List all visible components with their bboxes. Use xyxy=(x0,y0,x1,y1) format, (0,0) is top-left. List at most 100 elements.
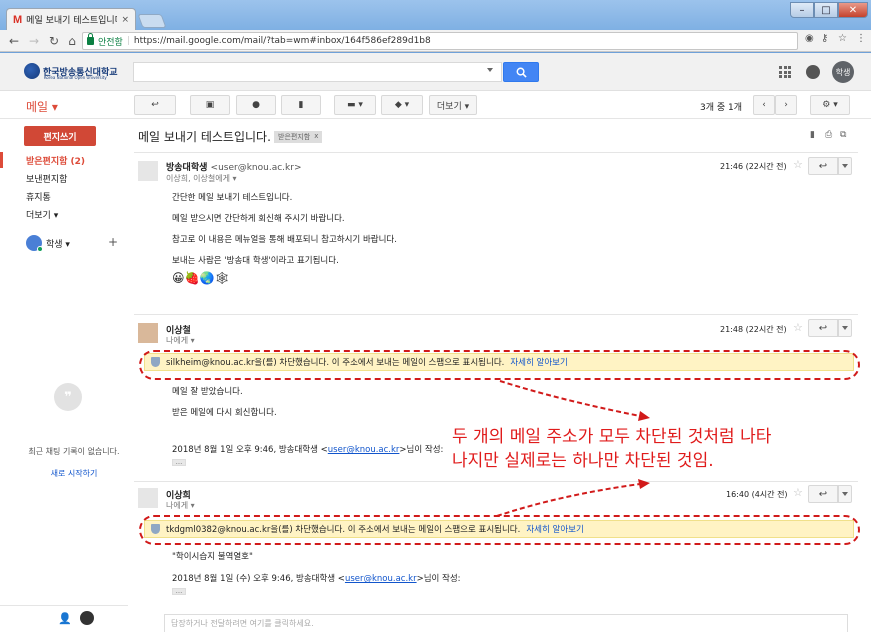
delete-button[interactable]: ▮ xyxy=(281,95,321,115)
archive-icon: ▣ xyxy=(205,100,215,110)
start-chat-link[interactable]: 새로 시작하기 xyxy=(24,468,124,479)
sidebar-footer: 👤 xyxy=(0,605,128,631)
sender-name: 방송대학생 <user@knou.ac.kr> xyxy=(166,160,301,173)
quote-header: 2018년 8월 1일 오후 9:46, 방송대학생 <user@knou.ac… xyxy=(172,443,443,455)
search-icon xyxy=(516,67,527,78)
forward-arrow-icon[interactable]: → xyxy=(26,33,42,49)
body-line: "학이시습지 불역열호" xyxy=(172,552,253,562)
secure-label: 안전함 xyxy=(98,37,123,48)
left-sidebar: 편지쓰기 받은편지함 (2) 보낸편지함 휴지통 더보기 ▾ 학생 ▾ + ❞ … xyxy=(0,119,128,632)
newer-button[interactable]: ‹ xyxy=(753,95,775,115)
print-icon[interactable]: ⎙ xyxy=(825,130,832,140)
window-title-bar: M 메일 보내기 테스트입니다. × – □ ✕ xyxy=(0,0,871,30)
sidebar-item-trash[interactable]: 휴지통 xyxy=(0,188,122,204)
gmail-icon: M xyxy=(13,13,23,26)
highlight-frame-1 xyxy=(139,350,860,380)
message-more-button[interactable] xyxy=(838,485,852,503)
message-time: 16:40 (4시간 전) xyxy=(726,490,788,499)
contacts-person-icon[interactable]: 👤 xyxy=(58,612,72,625)
expand-all-icon[interactable]: ▮ xyxy=(810,130,815,140)
url-input[interactable]: 안전함 | https://mail.google.com/mail/?tab=… xyxy=(82,32,798,50)
chevron-right-icon: › xyxy=(784,100,788,110)
recipients-line[interactable]: 나에게 ▾ xyxy=(166,500,195,511)
url-separator: | xyxy=(126,36,130,46)
tab-close-icon[interactable]: × xyxy=(121,15,129,25)
report-spam-button[interactable]: ● xyxy=(236,95,276,115)
maximize-button[interactable]: □ xyxy=(814,2,838,18)
account-avatar[interactable]: 학생 xyxy=(832,61,854,83)
compose-button[interactable]: 편지쓰기 xyxy=(24,126,96,146)
body-line: 보내는 사람은 '방송대 학생'이라고 표기됩니다. xyxy=(172,256,339,266)
star-icon[interactable]: ☆ xyxy=(793,158,803,171)
show-trimmed-button[interactable]: ... xyxy=(172,459,186,466)
folder-icon: ▬ ▾ xyxy=(347,100,363,110)
quote-email-link[interactable]: user@knou.ac.kr xyxy=(328,445,400,455)
star-icon[interactable]: ☆ xyxy=(793,486,803,499)
message-time: 21:48 (22시간 전) xyxy=(720,325,787,334)
search-input[interactable] xyxy=(133,62,502,82)
more-button[interactable]: 더보기 ▾ xyxy=(429,95,477,115)
gmail-header: 한국방송통신대학교 Korea National Open University… xyxy=(0,53,871,91)
reply-button[interactable]: ↩ xyxy=(808,157,838,175)
message-more-button[interactable] xyxy=(838,319,852,337)
notifications-icon[interactable] xyxy=(806,65,820,79)
label-chip-text: 받은편지함 xyxy=(278,133,311,141)
thread-subject: 메일 보내기 테스트입니다. xyxy=(138,130,271,144)
lock-icon xyxy=(87,33,94,45)
mail-toolbar: 메일 ▾ ↩ ▣ ● ▮ ▬ ▾ ◆ ▾ 더보기 ▾ 3개 중 1개 ‹ › ⚙… xyxy=(0,91,871,119)
browser-tab[interactable]: M 메일 보내기 테스트입니다. × xyxy=(6,8,136,30)
logo-emblem-icon xyxy=(24,63,40,79)
star-icon[interactable]: ☆ xyxy=(793,321,803,334)
hangouts-quote-icon[interactable] xyxy=(80,611,94,625)
sender-avatar xyxy=(138,161,158,181)
eye-icon[interactable]: ◉ xyxy=(805,33,814,44)
reply-button[interactable]: ↩ xyxy=(808,485,838,503)
labels-button[interactable]: ◆ ▾ xyxy=(381,95,423,115)
sidebar-item-inbox[interactable]: 받은편지함 (2) xyxy=(0,152,122,168)
reload-icon[interactable]: ↻ xyxy=(46,33,62,49)
reply-input[interactable]: 답장하거나 전달하려면 여기를 클릭하세요. xyxy=(164,614,848,632)
close-window-button[interactable]: ✕ xyxy=(838,2,868,18)
search-button[interactable] xyxy=(503,62,539,82)
quote-suffix: >님이 작성: xyxy=(399,445,444,455)
bookmark-star-icon[interactable]: ☆ xyxy=(838,33,847,44)
highlight-frame-2 xyxy=(139,515,860,545)
hangouts-user-name: 학생 ▾ xyxy=(46,239,70,250)
sidebar-item-sent[interactable]: 보낸편지함 xyxy=(0,170,122,186)
search-options-icon[interactable] xyxy=(487,68,493,72)
new-tab-button[interactable] xyxy=(137,14,167,28)
move-to-button[interactable]: ▬ ▾ xyxy=(334,95,376,115)
quote-header: 2018년 8월 1일 (수) 오후 9:46, 방송대학생 <user@kno… xyxy=(172,572,461,584)
mail-menu[interactable]: 메일 ▾ xyxy=(26,98,58,115)
key-icon[interactable]: ⚷ xyxy=(821,33,828,44)
inbox-label-chip[interactable]: 받은편지함 x xyxy=(274,131,323,143)
chevron-down-icon xyxy=(842,164,848,168)
reply-icon: ↩ xyxy=(818,160,828,172)
add-chat-icon[interactable]: + xyxy=(108,235,118,249)
back-to-inbox-button[interactable]: ↩ xyxy=(134,95,176,115)
back-arrow-icon[interactable]: ← xyxy=(6,33,22,49)
reply-button[interactable]: ↩ xyxy=(808,319,838,337)
quote-email-link[interactable]: user@knou.ac.kr xyxy=(345,574,417,584)
minimize-button[interactable]: – xyxy=(790,2,814,18)
older-button[interactable]: › xyxy=(775,95,797,115)
body-line: 메일 받으시면 간단하게 회신해 주시기 바랍니다. xyxy=(172,214,345,224)
new-window-icon[interactable]: ⧉ xyxy=(840,130,846,140)
show-trimmed-button[interactable]: ... xyxy=(172,588,186,595)
annotation-line-2: 나지만 실제로는 하나만 차단된 것임. xyxy=(452,451,714,471)
label-remove-icon[interactable]: x xyxy=(314,132,318,142)
message-more-button[interactable] xyxy=(838,157,852,175)
chat-empty-text: 최근 채팅 기록이 없습니다. xyxy=(28,447,120,456)
annotation-line-1: 두 개의 메일 주소가 모두 차단된 것처럼 나타 xyxy=(452,427,772,447)
recipients-line[interactable]: 나에게 ▾ xyxy=(166,335,195,346)
sidebar-item-more[interactable]: 더보기 ▾ xyxy=(0,206,122,222)
apps-grid-icon[interactable] xyxy=(779,66,791,78)
browser-menu-icon[interactable]: ⋮ xyxy=(856,33,866,44)
hangouts-user[interactable]: 학생 ▾ xyxy=(26,235,70,252)
recipients-line[interactable]: 이상희, 이상철에게 ▾ xyxy=(166,173,237,184)
home-icon[interactable]: ⌂ xyxy=(64,33,80,49)
chevron-down-icon xyxy=(842,492,848,496)
chat-bubble-icon: ❞ xyxy=(54,383,82,411)
settings-button[interactable]: ⚙ ▾ xyxy=(810,95,850,115)
archive-button[interactable]: ▣ xyxy=(190,95,230,115)
